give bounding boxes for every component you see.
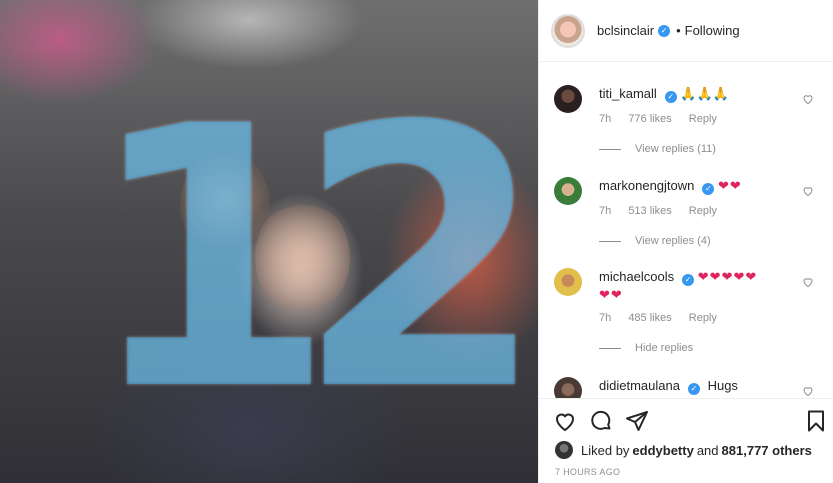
speech-bubble-icon[interactable] — [589, 409, 613, 433]
comment-like-icon[interactable] — [802, 385, 814, 397]
comment-like-icon[interactable] — [802, 185, 814, 197]
view-replies-toggle[interactable]: View replies (11) — [599, 143, 833, 155]
verified-badge-icon: ✓ — [682, 274, 695, 286]
comment-text: 🙏🙏🙏 — [680, 86, 729, 101]
verified-badge-icon: ✓ — [658, 24, 671, 37]
comment-reply-button[interactable]: Reply — [689, 205, 717, 217]
post-action-bar — [539, 398, 833, 438]
comment-likes[interactable]: 776 likes — [628, 113, 671, 125]
likes-middle: and — [696, 442, 719, 458]
likes-count[interactable]: 881,777 others — [722, 443, 812, 458]
commenter-avatar[interactable] — [554, 177, 582, 205]
likes-prefix: Liked by — [581, 442, 630, 458]
replies-toggle-label[interactable]: View replies (4) — [635, 235, 711, 247]
verified-badge-icon: ✓ — [687, 383, 700, 395]
post-photo[interactable]: 12 — [0, 0, 538, 483]
comment-time[interactable]: 7h — [599, 205, 611, 217]
comment-hearts: ❤❤ — [718, 178, 742, 193]
comment-time[interactable]: 7h — [599, 312, 611, 324]
comment-username[interactable]: michaelcools — [599, 269, 674, 284]
comment-username[interactable]: titi_kamall — [599, 86, 657, 101]
hide-replies-toggle[interactable]: Hide replies — [599, 342, 833, 354]
replies-divider — [599, 347, 621, 349]
author-username[interactable]: bclsinclair — [597, 23, 654, 38]
comment-reply-button[interactable]: Reply — [689, 113, 717, 125]
verified-badge-icon: ✓ — [664, 91, 677, 103]
comment-text: Hugs — [707, 378, 738, 393]
commenter-avatar[interactable] — [554, 85, 582, 113]
replies-toggle-label[interactable]: Hide replies — [635, 342, 693, 354]
header-separator: • — [676, 23, 681, 38]
comment-item: markonengjtown ✓ ❤❤ 7h 513 likes Reply Vi… — [539, 177, 833, 247]
post-header: bclsinclair ✓ • Following — [539, 0, 833, 62]
replies-toggle-label[interactable]: View replies (11) — [635, 143, 716, 155]
bookmark-icon[interactable] — [804, 409, 828, 433]
comment-item: michaelcools ✓ ❤❤❤❤❤ ❤❤ 7h 485 likes Repl… — [539, 268, 833, 354]
comment-item: titi_kamall ✓ 🙏🙏🙏 7h 776 likes Reply View… — [539, 85, 833, 155]
comment-like-icon[interactable] — [802, 93, 814, 105]
comments-list[interactable]: titi_kamall ✓ 🙏🙏🙏 7h 776 likes Reply View… — [539, 63, 833, 398]
commenter-avatar[interactable] — [554, 377, 582, 398]
comment-likes[interactable]: 513 likes — [628, 205, 671, 217]
comment-hearts: ❤❤❤❤❤ — [697, 269, 758, 284]
comment-hearts-continued: ❤❤ — [599, 287, 623, 302]
comment-time[interactable]: 7h — [599, 113, 611, 125]
comment-username[interactable]: markonengjtown — [599, 178, 694, 193]
comment-username[interactable]: didietmaulana — [599, 378, 680, 393]
replies-divider — [599, 240, 621, 242]
author-avatar[interactable] — [551, 13, 585, 48]
following-button[interactable]: Following — [685, 23, 740, 38]
liker-username[interactable]: eddybetty — [632, 443, 693, 458]
comment-like-icon[interactable] — [802, 276, 814, 288]
replies-divider — [599, 148, 621, 150]
verified-badge-icon: ✓ — [702, 183, 715, 195]
paper-plane-icon[interactable] — [625, 409, 649, 433]
post-timestamp[interactable]: 7 HOURS AGO — [555, 467, 620, 477]
view-replies-toggle[interactable]: View replies (4) — [599, 235, 833, 247]
comment-item: didietmaulana ✓ Hugs — [539, 377, 833, 398]
liker-avatar[interactable] — [555, 441, 573, 459]
heart-outline-icon[interactable] — [553, 409, 577, 433]
comment-likes[interactable]: 485 likes — [628, 312, 671, 324]
post-side-panel: bclsinclair ✓ • Following titi_kamall ✓ 🙏… — [538, 0, 833, 483]
comment-reply-button[interactable]: Reply — [689, 312, 717, 324]
likes-summary: Liked by eddybetty and 881,777 others — [555, 441, 812, 459]
commenter-avatar[interactable] — [554, 268, 582, 296]
photo-overlay-number: 12 — [85, 50, 538, 469]
